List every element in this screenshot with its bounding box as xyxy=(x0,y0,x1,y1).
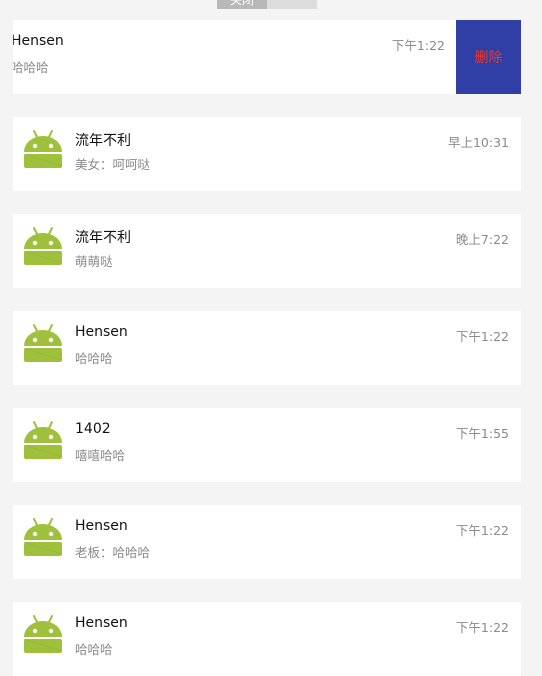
list-item[interactable]: Hensen 老板：哈哈哈 下午1:22 xyxy=(13,505,521,579)
item-subtitle: 哈哈哈 xyxy=(75,642,113,657)
item-subtitle: 美女：呵呵哒 xyxy=(75,157,151,172)
android-icon xyxy=(23,419,63,461)
delete-button-label: 删除 xyxy=(474,50,503,66)
android-icon xyxy=(23,322,63,364)
item-title: Hensen xyxy=(13,33,64,49)
close-tab[interactable]: 关闭 xyxy=(217,0,317,9)
item-time: 下午1:22 xyxy=(455,523,509,538)
item-title: Hensen xyxy=(75,615,128,631)
item-subtitle: 哈哈哈 xyxy=(13,60,49,75)
item-time: 早上10:31 xyxy=(447,135,509,150)
android-icon xyxy=(23,516,63,558)
item-time: 晚上7:22 xyxy=(455,232,509,247)
android-icon xyxy=(23,225,63,267)
item-title: 流年不利 xyxy=(75,230,131,246)
item-time: 下午1:22 xyxy=(455,620,509,635)
tab-track xyxy=(267,0,317,9)
close-tab-label[interactable]: 关闭 xyxy=(217,0,267,9)
item-title: 流年不利 xyxy=(75,133,131,149)
item-subtitle: 萌萌哒 xyxy=(75,254,113,269)
list-item[interactable]: 流年不利 萌萌哒 晚上7:22 xyxy=(13,214,521,288)
item-subtitle: 哈哈哈 xyxy=(75,351,113,366)
android-icon xyxy=(23,613,63,655)
item-time: 下午1:55 xyxy=(455,426,509,441)
item-title: 1402 xyxy=(75,421,111,437)
list-item[interactable]: 流年不利 美女：呵呵哒 早上10:31 xyxy=(13,117,521,191)
list-item[interactable]: Hensen 哈哈哈 下午1:22 xyxy=(13,311,521,385)
item-title: Hensen xyxy=(75,324,128,340)
android-icon xyxy=(23,128,63,170)
list-item[interactable]: 1402 嘻嘻哈哈 下午1:55 xyxy=(13,408,521,482)
list-item[interactable]: Hensen 哈哈哈 下午1:22 xyxy=(13,602,521,676)
item-subtitle: 老板：哈哈哈 xyxy=(75,545,151,560)
item-title: Hensen xyxy=(75,518,128,534)
item-subtitle: 嘻嘻哈哈 xyxy=(75,448,126,463)
item-time: 下午1:22 xyxy=(391,38,445,53)
delete-button[interactable]: 删除 xyxy=(456,20,521,94)
item-time: 下午1:22 xyxy=(455,329,509,344)
list-item-swiped[interactable]: Hensen 哈哈哈 下午1:22 删除 xyxy=(13,20,521,94)
